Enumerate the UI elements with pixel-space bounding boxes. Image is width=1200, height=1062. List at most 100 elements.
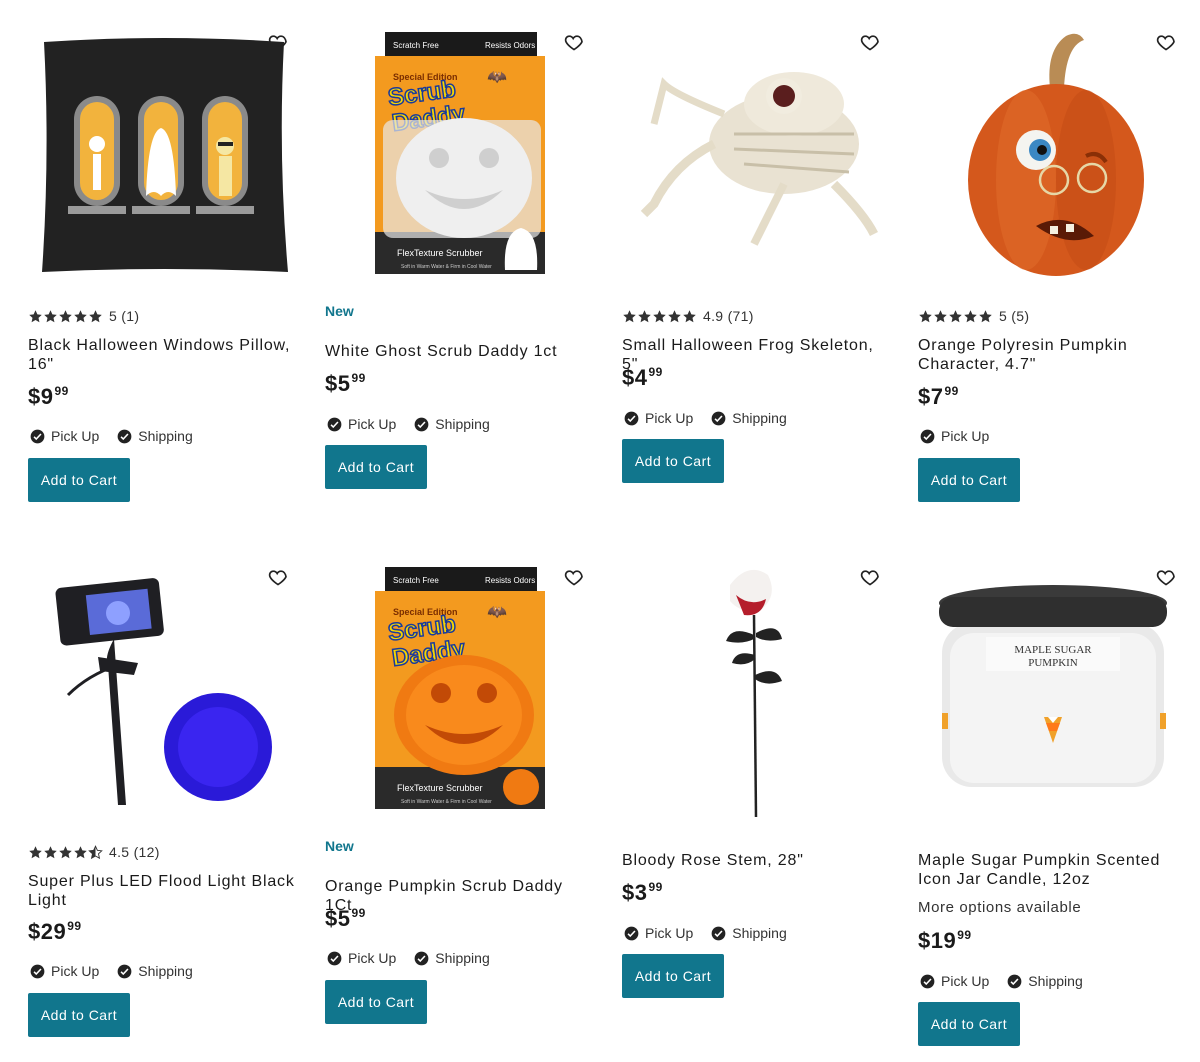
fulfillment-options: Pick Up Shipping	[327, 950, 508, 966]
check-circle-icon	[327, 951, 342, 965]
new-badge: New	[325, 838, 354, 854]
product-price: $599	[325, 371, 366, 397]
shipping-label: Shipping	[732, 410, 787, 426]
package-text: FlexTexture Scrubber	[397, 248, 483, 258]
check-circle-icon	[117, 964, 132, 978]
product-image[interactable]: Scratch Free Resists Odors Special Editi…	[375, 32, 547, 276]
rating-stars	[28, 844, 103, 860]
review-count: (1)	[121, 308, 140, 324]
star-icon	[74, 845, 87, 858]
check-circle-icon	[920, 429, 935, 443]
product-card[interactable]: 5 (1) Black Halloween Windows Pillow, 16…	[28, 30, 298, 510]
fulfillment-options: Pick Up Shipping	[30, 963, 211, 979]
heart-icon[interactable]	[564, 567, 584, 587]
product-title[interactable]: Black Halloween Windows Pillow, 16"	[28, 336, 298, 374]
star-icon	[653, 309, 666, 322]
price-cents: 99	[957, 928, 972, 942]
heart-icon[interactable]	[564, 32, 584, 52]
fulfillment-options: Pick Up Shipping	[327, 416, 508, 432]
star-icon	[979, 309, 992, 322]
package-text: Soft in Warm Water & Firm in Cool Water	[401, 799, 492, 805]
heart-icon[interactable]	[860, 567, 880, 587]
product-image[interactable]	[48, 565, 278, 815]
rating-value: 5	[109, 308, 118, 324]
product-card[interactable]: Bloody Rose Stem, 28" $399 Pick Up Shipp…	[622, 565, 892, 1045]
check-circle-icon	[117, 429, 132, 443]
price-cents: 99	[351, 906, 366, 920]
pickup-option: Pick Up	[920, 973, 989, 989]
star-icon	[623, 309, 636, 322]
package-text: FlexTexture Scrubber	[397, 783, 483, 793]
add-to-cart-button[interactable]: Add to Cart	[622, 954, 724, 998]
add-to-cart-button[interactable]: Add to Cart	[622, 439, 724, 483]
product-card[interactable]: 4.9 (71) Small Halloween Frog Skeleton, …	[622, 30, 892, 510]
package-text: Scratch Free	[393, 41, 439, 50]
check-circle-icon	[327, 417, 342, 431]
product-image[interactable]: Scratch Free Resists Odors Special Editi…	[375, 567, 547, 811]
price-dollars: $19	[918, 928, 957, 953]
product-price: $2999	[28, 919, 82, 945]
product-rating: 5 (5)	[918, 308, 1029, 324]
star-icon	[934, 309, 947, 322]
star-icon	[919, 309, 932, 322]
product-card[interactable]: Scratch Free Resists Odors Special Editi…	[325, 30, 595, 510]
product-price: $499	[622, 365, 663, 391]
star-icon	[89, 309, 102, 322]
product-title[interactable]: Orange Polyresin Pumpkin Character, 4.7"	[918, 336, 1188, 374]
add-to-cart-button[interactable]: Add to Cart	[325, 980, 427, 1024]
more-options-text[interactable]: More options available	[918, 899, 1081, 916]
star-icon	[59, 309, 72, 322]
price-dollars: $9	[28, 384, 54, 409]
shipping-option: Shipping	[711, 925, 787, 941]
product-image[interactable]	[38, 36, 290, 276]
product-price: $599	[325, 906, 366, 932]
check-circle-icon	[920, 974, 935, 988]
shipping-option: Shipping	[1007, 973, 1083, 989]
star-icon	[44, 309, 57, 322]
product-image[interactable]	[634, 54, 878, 254]
shipping-label: Shipping	[435, 416, 490, 432]
shipping-label: Shipping	[732, 925, 787, 941]
add-to-cart-button[interactable]: Add to Cart	[918, 458, 1020, 502]
product-image[interactable]	[966, 30, 1146, 278]
price-cents: 99	[67, 919, 82, 933]
product-title[interactable]: Bloody Rose Stem, 28"	[622, 851, 892, 870]
pickup-option: Pick Up	[624, 410, 693, 426]
price-cents: 99	[54, 384, 69, 398]
price-cents: 99	[648, 880, 663, 894]
add-to-cart-button[interactable]: Add to Cart	[28, 993, 130, 1037]
heart-icon[interactable]	[1156, 32, 1176, 52]
product-image[interactable]	[722, 565, 792, 821]
product-title[interactable]: White Ghost Scrub Daddy 1ct	[325, 342, 595, 361]
shipping-label: Shipping	[435, 950, 490, 966]
add-to-cart-button[interactable]: Add to Cart	[918, 1002, 1020, 1046]
heart-icon[interactable]	[860, 32, 880, 52]
rating-value: 5	[999, 308, 1008, 324]
product-card[interactable]: 5 (5) Orange Polyresin Pumpkin Character…	[918, 30, 1188, 510]
pickup-option: Pick Up	[30, 428, 99, 444]
check-circle-icon	[711, 411, 726, 425]
product-card[interactable]: Scratch Free Resists Odors Special Editi…	[325, 565, 595, 1045]
price-cents: 99	[944, 384, 959, 398]
star-half-icon	[88, 844, 103, 859]
add-to-cart-button[interactable]: Add to Cart	[28, 458, 130, 502]
product-title[interactable]: Super Plus LED Flood Light Black Light	[28, 872, 298, 910]
product-title[interactable]: Maple Sugar Pumpkin Scented Icon Jar Can…	[918, 851, 1188, 889]
star-icon	[59, 845, 72, 858]
add-to-cart-button[interactable]: Add to Cart	[325, 445, 427, 489]
check-circle-icon	[414, 417, 429, 431]
check-circle-icon	[30, 964, 45, 978]
product-card[interactable]: 4.5 (12) Super Plus LED Flood Light Blac…	[28, 565, 298, 1045]
product-image[interactable]: MAPLE SUGAR PUMPKIN	[936, 583, 1172, 799]
pickup-label: Pick Up	[51, 428, 100, 444]
pickup-label: Pick Up	[348, 950, 397, 966]
pickup-label: Pick Up	[941, 973, 990, 989]
product-card[interactable]: MAPLE SUGAR PUMPKIN Maple Sugar Pumpkin …	[918, 565, 1188, 1046]
product-price: $399	[622, 880, 663, 906]
review-count: (71)	[727, 308, 754, 324]
fulfillment-options: Pick Up Shipping	[624, 925, 805, 941]
rating-value: 4.5	[109, 844, 130, 860]
shipping-label: Shipping	[1028, 973, 1083, 989]
review-count: (12)	[133, 844, 160, 860]
shipping-option: Shipping	[414, 416, 490, 432]
